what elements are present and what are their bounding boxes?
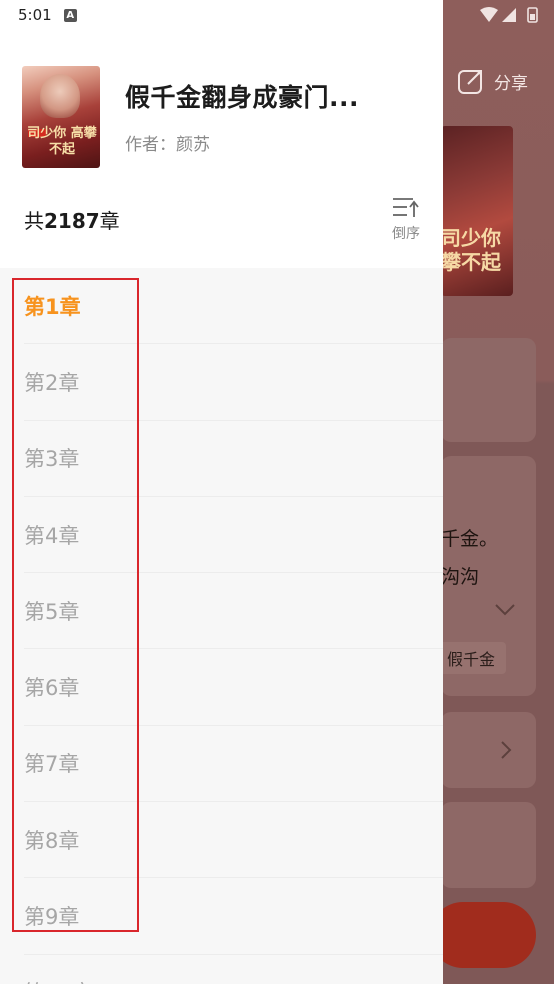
chapter-label: 第9章 xyxy=(24,905,80,930)
chapter-label: 第6章 xyxy=(24,676,80,701)
chapter-item[interactable]: 第2章 xyxy=(24,344,443,421)
share-button[interactable]: 分享 xyxy=(456,66,528,96)
chapter-label: 第4章 xyxy=(24,523,80,548)
chevron-down-icon[interactable] xyxy=(494,598,516,623)
chapter-item[interactable]: 第7章 xyxy=(24,726,443,803)
book-header: 司少你 高攀不起 假千金翻身成豪门... 作者：颜苏 xyxy=(22,66,359,168)
chapter-item[interactable]: 第1章 xyxy=(24,268,443,345)
bg-card-catalog[interactable] xyxy=(441,712,536,788)
book-cover-large: 司少你 攀不起 xyxy=(441,126,513,296)
chapter-item[interactable]: 第8章 xyxy=(24,802,443,879)
sort-label: 倒序 xyxy=(392,226,420,242)
bg-intro-line-2: 沟沟 xyxy=(441,566,480,588)
chapter-count-row: 共2187章 倒序 xyxy=(24,195,424,245)
status-bar: 5:01 A xyxy=(0,0,443,30)
chapter-label: 第2章 xyxy=(24,370,80,395)
chapter-item[interactable]: 第10章 xyxy=(24,955,443,984)
status-time: 5:01 xyxy=(18,6,52,24)
sort-icon xyxy=(393,198,419,217)
book-cover: 司少你 高攀不起 xyxy=(22,66,100,168)
sort-toggle-button[interactable]: 倒序 xyxy=(388,195,424,243)
a-icon: A xyxy=(63,8,77,22)
chapter-label: 第1章 xyxy=(24,294,81,319)
bg-tag[interactable]: 假千金 xyxy=(436,642,506,674)
chapter-count: 共2187章 xyxy=(24,209,120,233)
chapter-label: 第3章 xyxy=(24,447,80,472)
status-icons xyxy=(480,7,538,23)
chapter-label: 第10章 xyxy=(24,977,93,984)
chapter-item[interactable]: 第4章 xyxy=(24,497,443,574)
chapter-item[interactable]: 第9章 xyxy=(24,878,443,955)
cover-title: 司少你 高攀不起 xyxy=(27,126,97,157)
chapter-label: 第8章 xyxy=(24,828,80,853)
read-button[interactable] xyxy=(430,902,536,968)
share-icon xyxy=(458,70,482,94)
chapter-item[interactable]: 第6章 xyxy=(24,649,443,726)
chapter-list: 第1章第2章第3章第4章第5章第6章第7章第8章第9章第10章 xyxy=(0,268,443,984)
chapter-label: 第5章 xyxy=(24,599,80,624)
bg-card-top xyxy=(441,338,536,442)
bg-intro-line-1: 千金。 xyxy=(441,528,499,550)
bg-cover-text-2: 攀不起 xyxy=(441,250,501,274)
share-label: 分享 xyxy=(494,73,528,94)
bg-card-bottom xyxy=(441,802,536,888)
book-author: 作者：颜苏 xyxy=(125,135,210,155)
chevron-right-icon xyxy=(500,740,512,764)
book-title: 假千金翻身成豪门... xyxy=(125,83,359,112)
cover-figure xyxy=(40,74,80,118)
chapter-label: 第7章 xyxy=(24,752,80,777)
chapter-drawer: 5:01 A 司少你 高攀不起 假千金翻身成豪门... 作者：颜苏 共2187章… xyxy=(0,0,443,984)
chapter-item[interactable]: 第5章 xyxy=(24,573,443,650)
chapter-item[interactable]: 第3章 xyxy=(24,421,443,497)
